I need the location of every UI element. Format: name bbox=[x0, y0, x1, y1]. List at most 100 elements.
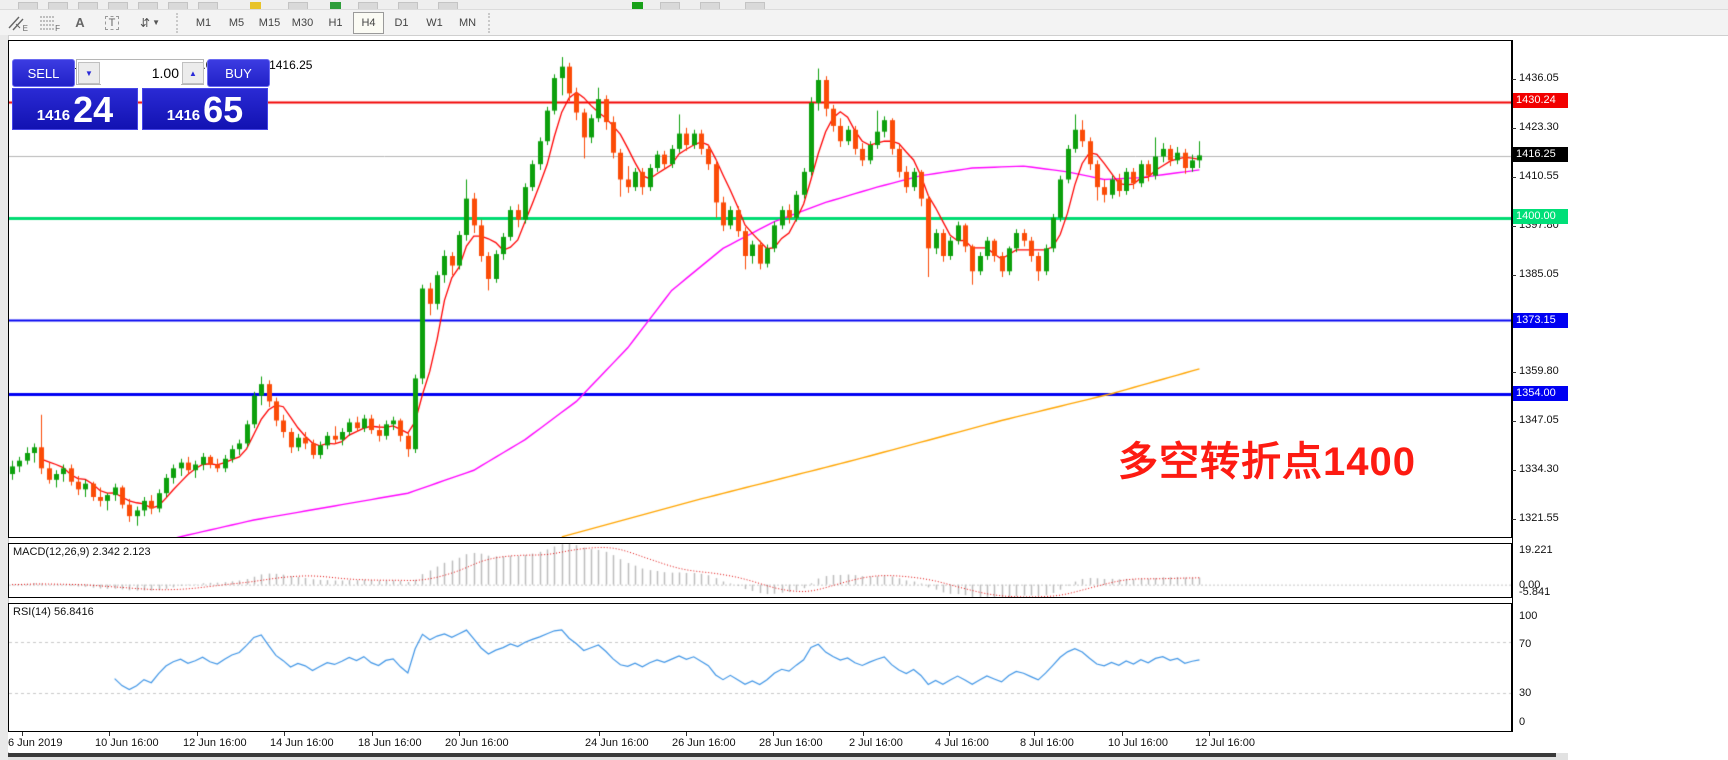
price-axis-label: 1436.05 bbox=[1519, 72, 1559, 84]
timeframe-button-d1[interactable]: D1 bbox=[386, 12, 417, 34]
horizontal-line-1354[interactable] bbox=[8, 392, 1512, 396]
clipped-toolbar-icon bbox=[168, 2, 188, 10]
indicator-axis-label: 30 bbox=[1519, 687, 1531, 699]
rsi-label: RSI(14) 56.8416 bbox=[13, 606, 94, 618]
clipped-toolbar-icon bbox=[700, 2, 720, 10]
price-badge-1416-25: 1416.25 bbox=[1513, 147, 1568, 162]
equidistant-channel-icon[interactable]: E bbox=[1, 11, 31, 34]
sell-button[interactable]: SELL bbox=[12, 59, 75, 87]
toolbar-clipped-icons bbox=[0, 0, 1728, 10]
price-scale[interactable]: 1436.051423.301410.551397.801385.051359.… bbox=[1512, 40, 1728, 732]
clipped-toolbar-icon bbox=[18, 2, 38, 10]
time-axis-label: 26 Jun 16:00 bbox=[672, 737, 736, 749]
clipped-toolbar-icon bbox=[198, 2, 218, 10]
rsi-canvas[interactable] bbox=[9, 604, 1511, 731]
timeframe-button-h1[interactable]: H1 bbox=[320, 12, 351, 34]
buy-price-display: 1416 65 bbox=[142, 88, 268, 130]
price-badge-1430-24: 1430.24 bbox=[1513, 93, 1568, 108]
one-click-trading-panel: SELL ▼ ▲ BUY 1416 24 1416 65 bbox=[12, 59, 268, 130]
time-axis-label: 12 Jun 16:00 bbox=[183, 737, 247, 749]
scrollbar-thumb[interactable] bbox=[8, 753, 1556, 757]
clipped-toolbar-icon bbox=[48, 2, 68, 10]
time-tick bbox=[863, 732, 864, 736]
timeframe-button-m30[interactable]: M30 bbox=[287, 12, 318, 34]
time-axis-label: 28 Jun 16:00 bbox=[759, 737, 823, 749]
text-label-tool-icon[interactable]: T bbox=[97, 11, 127, 34]
clipped-toolbar-icon bbox=[78, 2, 98, 10]
indicator-axis-label: 70 bbox=[1519, 638, 1531, 650]
macd-canvas[interactable] bbox=[9, 544, 1511, 597]
price-axis-label: 1423.30 bbox=[1519, 121, 1559, 133]
timeframe-button-mn[interactable]: MN bbox=[452, 12, 483, 34]
time-tick bbox=[949, 732, 950, 736]
time-axis-label: 10 Jul 16:00 bbox=[1108, 737, 1168, 749]
tool-sub-e: E bbox=[23, 24, 28, 33]
clipped-toolbar-icon bbox=[745, 2, 765, 10]
price-tick bbox=[1512, 372, 1516, 373]
time-axis-label: 18 Jun 16:00 bbox=[358, 737, 422, 749]
volume-input[interactable] bbox=[101, 61, 181, 85]
chart-text-annotation: 多空转折点1400 bbox=[1118, 429, 1416, 487]
arrow-objects-icon[interactable]: ⇵ ▼ bbox=[129, 11, 171, 34]
timeframe-button-m5[interactable]: M5 bbox=[221, 12, 252, 34]
time-tick bbox=[197, 732, 198, 736]
volume-increase-button[interactable]: ▲ bbox=[182, 62, 204, 84]
timeframe-button-m1[interactable]: M1 bbox=[188, 12, 219, 34]
time-tick bbox=[284, 732, 285, 736]
clipped-toolbar-icon bbox=[438, 2, 458, 10]
horizontal-line-1416.25[interactable] bbox=[8, 153, 1512, 157]
time-axis-label: 24 Jun 16:00 bbox=[585, 737, 649, 749]
horizontal-line-1373.15[interactable] bbox=[8, 319, 1512, 323]
volume-decrease-button[interactable]: ▼ bbox=[78, 62, 100, 84]
time-tick bbox=[372, 732, 373, 736]
time-tick bbox=[459, 732, 460, 736]
timeframe-group: M1M5M15M30H1H4D1W1MN bbox=[187, 12, 484, 34]
mt4-window: E F A T ⇵ ▼ M1M5M15M30H1H4D1W1MN MACD(1 bbox=[0, 0, 1728, 760]
price-axis-label: 1334.30 bbox=[1519, 463, 1559, 475]
price-axis-label: 1410.55 bbox=[1519, 170, 1559, 182]
price-axis-label: 1347.05 bbox=[1519, 414, 1559, 426]
time-axis-label: 6 Jun 2019 bbox=[8, 737, 62, 749]
horizontal-line-1430.24[interactable] bbox=[8, 99, 1512, 103]
timeframe-button-w1[interactable]: W1 bbox=[419, 12, 450, 34]
indicator-axis-label: 100 bbox=[1519, 610, 1537, 622]
clipped-toolbar-icon bbox=[288, 2, 308, 10]
clipped-toolbar-icon bbox=[358, 2, 378, 10]
buy-price-small: 1416 bbox=[167, 107, 200, 124]
macd-label: MACD(12,26,9) 2.342 2.123 bbox=[13, 546, 151, 558]
toolbar-separator bbox=[176, 13, 183, 33]
clipped-toolbar-icon bbox=[632, 2, 643, 10]
price-badge-1400-00: 1400.00 bbox=[1513, 209, 1568, 224]
chevron-down-icon[interactable]: ▼ bbox=[152, 18, 160, 27]
clipped-toolbar-icon bbox=[108, 2, 128, 10]
clipped-toolbar-icon bbox=[330, 2, 341, 10]
time-axis-label: 10 Jun 16:00 bbox=[95, 737, 159, 749]
horizontal-scrollbar[interactable] bbox=[8, 753, 1568, 760]
text-tool-icon[interactable]: A bbox=[65, 11, 95, 34]
price-axis-label: 1321.55 bbox=[1519, 512, 1559, 524]
time-axis[interactable]: 6 Jun 201910 Jun 16:0012 Jun 16:0014 Jun… bbox=[8, 732, 1568, 752]
timeframe-button-m15[interactable]: M15 bbox=[254, 12, 285, 34]
buy-price-big: 65 bbox=[203, 93, 243, 127]
price-tick bbox=[1512, 519, 1516, 520]
time-tick bbox=[1122, 732, 1123, 736]
sell-price-big: 24 bbox=[73, 93, 113, 127]
price-badge-1373-15: 1373.15 bbox=[1513, 313, 1568, 328]
sell-price-display: 1416 24 bbox=[12, 88, 138, 130]
time-tick bbox=[22, 732, 23, 736]
chart-toolbar: E F A T ⇵ ▼ M1M5M15M30H1H4D1W1MN bbox=[0, 10, 1728, 36]
timeframe-button-h4[interactable]: H4 bbox=[353, 12, 384, 34]
price-tick bbox=[1512, 470, 1516, 471]
horizontal-line-1400[interactable] bbox=[8, 215, 1512, 219]
price-tick bbox=[1512, 421, 1516, 422]
sell-price-small: 1416 bbox=[37, 107, 70, 124]
price-tick bbox=[1512, 275, 1516, 276]
toolbar-separator bbox=[488, 13, 495, 33]
buy-button[interactable]: BUY bbox=[207, 59, 270, 87]
time-axis-label: 20 Jun 16:00 bbox=[445, 737, 509, 749]
time-tick bbox=[773, 732, 774, 736]
macd-indicator-pane: MACD(12,26,9) 2.342 2.123 bbox=[8, 543, 1512, 598]
price-tick bbox=[1512, 226, 1516, 227]
fibonacci-icon[interactable]: F bbox=[33, 11, 63, 34]
price-tick bbox=[1512, 177, 1516, 178]
